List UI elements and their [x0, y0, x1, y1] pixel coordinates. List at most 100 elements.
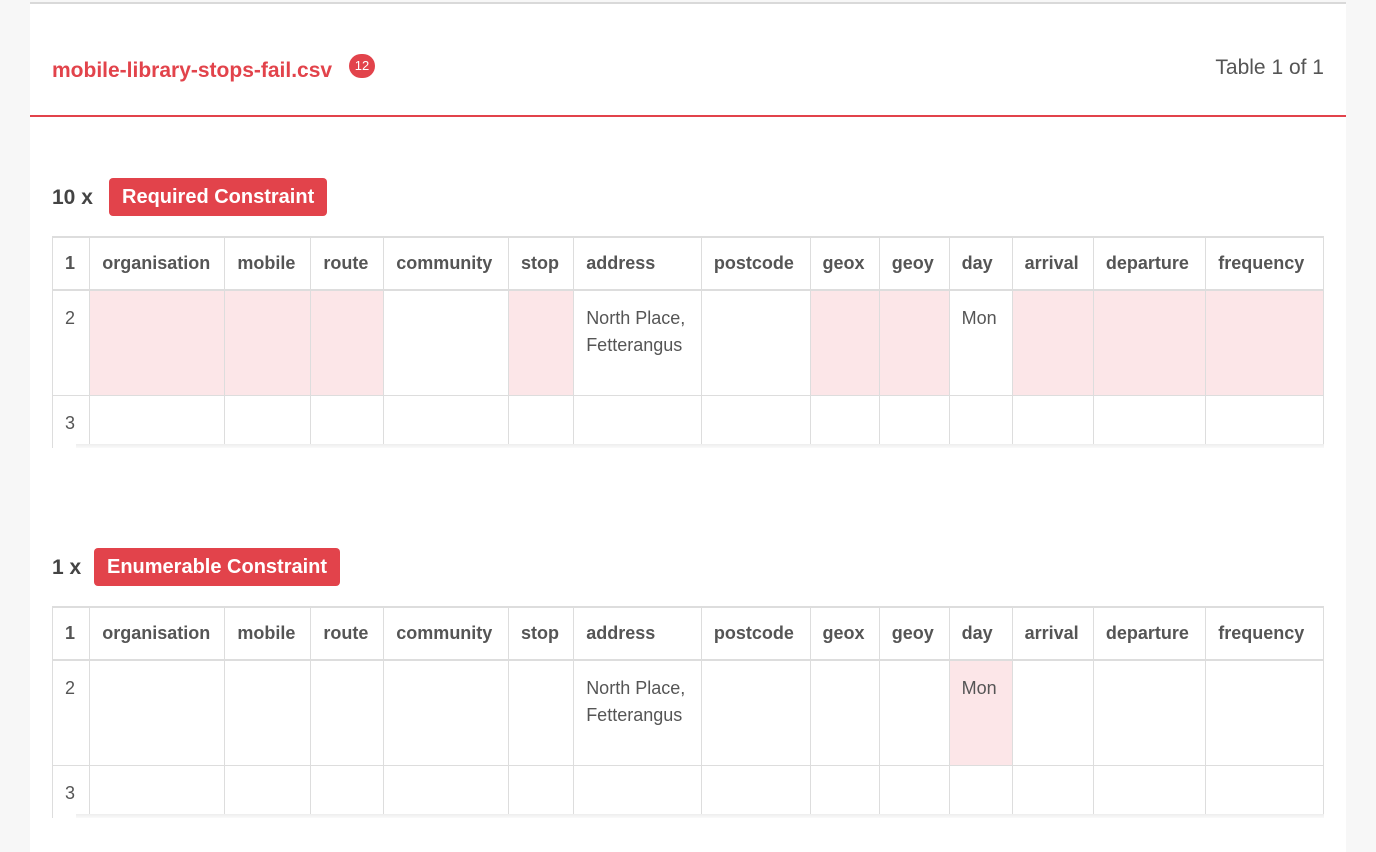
column-header-geox: geox	[809, 606, 880, 661]
report-header: mobile-library-stops-fail.csv 12 Table 1…	[30, 4, 1346, 117]
cell-stop	[507, 765, 575, 818]
column-header-route: route	[310, 606, 385, 661]
column-header-arrival: arrival	[1011, 236, 1094, 291]
file-name-link[interactable]: mobile-library-stops-fail.csv	[52, 59, 332, 83]
cell-arrival	[1011, 659, 1094, 766]
error-table-wrapper[interactable]: 1 organisation mobile route community stop add…	[52, 606, 1324, 818]
row-number: 2	[52, 659, 91, 766]
cell-frequency	[1205, 765, 1324, 818]
column-header-mobile: mobile	[224, 606, 312, 661]
column-header-community: community	[383, 606, 509, 661]
column-header-geox: geox	[809, 236, 880, 291]
error-table: 1 organisation mobile route community stop add…	[52, 606, 1324, 818]
cell-day	[948, 765, 1013, 818]
cell-postcode	[700, 659, 811, 766]
cell-route	[310, 765, 385, 818]
column-header-departure: departure	[1092, 236, 1207, 291]
cell-geoy	[878, 289, 950, 396]
scroll-shadow	[76, 444, 1324, 448]
column-header-mobile: mobile	[224, 236, 312, 291]
column-header-arrival: arrival	[1011, 606, 1094, 661]
cell-departure	[1092, 289, 1207, 396]
error-table: 1 organisation mobile route community stop add…	[52, 236, 1324, 448]
constraint-badge[interactable]: Enumerable Constraint	[94, 548, 341, 586]
cell-route	[310, 659, 385, 766]
cell-geox	[809, 659, 880, 766]
cell-organisation	[89, 289, 226, 396]
cell-organisation	[89, 765, 226, 818]
column-header-stop: stop	[507, 606, 575, 661]
column-header-route: route	[310, 236, 385, 291]
column-header-day: day	[948, 606, 1013, 661]
table-row: 3	[52, 395, 1324, 448]
cell-postcode	[700, 765, 811, 818]
cell-geoy	[878, 395, 950, 448]
cell-arrival	[1011, 765, 1094, 818]
cell-mobile	[224, 659, 312, 766]
cell-address: North Place, Fetterangus	[573, 659, 702, 766]
cell-arrival	[1011, 289, 1094, 396]
table-row: 2 North Place, Fetterangus Mon	[52, 289, 1324, 396]
cell-organisation	[89, 659, 226, 766]
column-header-frequency: frequency	[1205, 606, 1324, 661]
cell-community	[383, 395, 509, 448]
column-header-community: community	[383, 236, 509, 291]
cell-geox	[809, 395, 880, 448]
cell-departure	[1092, 659, 1207, 766]
cell-mobile	[224, 765, 312, 818]
column-header-stop: stop	[507, 236, 575, 291]
column-header-day: day	[948, 236, 1013, 291]
row-number: 3	[52, 395, 91, 448]
column-header-address: address	[573, 236, 702, 291]
column-header-organisation: organisation	[89, 236, 226, 291]
error-multiplier: 10 x	[52, 186, 93, 209]
constraint-badge[interactable]: Required Constraint	[109, 178, 328, 216]
cell-geox	[809, 289, 880, 396]
cell-stop	[507, 659, 575, 766]
column-header-departure: departure	[1092, 606, 1207, 661]
error-multiplier: 1 x	[52, 556, 82, 579]
cell-day	[948, 395, 1013, 448]
cell-geox	[809, 765, 880, 818]
cell-stop	[507, 289, 575, 396]
cell-geoy	[878, 765, 950, 818]
error-table-wrapper[interactable]: 1 organisation mobile route community stop add…	[52, 236, 1324, 448]
cell-frequency	[1205, 395, 1324, 448]
cell-postcode	[700, 395, 811, 448]
cell-organisation	[89, 395, 226, 448]
column-header-frequency: frequency	[1205, 236, 1324, 291]
row-number: 1	[52, 606, 91, 661]
cell-address	[573, 395, 702, 448]
cell-route	[310, 289, 385, 396]
cell-departure	[1092, 765, 1207, 818]
cell-mobile	[224, 395, 312, 448]
table-row: 3	[52, 765, 1324, 818]
cell-stop	[507, 395, 575, 448]
cell-frequency	[1205, 289, 1324, 396]
report-card: mobile-library-stops-fail.csv 12 Table 1…	[30, 2, 1346, 852]
error-count-badge: 12	[349, 54, 375, 78]
cell-departure	[1092, 395, 1207, 448]
cell-community	[383, 659, 509, 766]
cell-route	[310, 395, 385, 448]
cell-frequency	[1205, 659, 1324, 766]
error-section-enumerable: 1 x Enumerable Constraint 1 organisation m…	[52, 548, 1324, 818]
cell-community	[383, 289, 509, 396]
row-number: 2	[52, 289, 91, 396]
cell-postcode	[700, 289, 811, 396]
column-header-geoy: geoy	[878, 236, 950, 291]
cell-mobile	[224, 289, 312, 396]
row-number: 1	[52, 236, 91, 291]
cell-geoy	[878, 659, 950, 766]
table-header-row: 1 organisation mobile route community stop add…	[52, 236, 1324, 291]
table-row: 2 North Place, Fetterangus Mon	[52, 659, 1324, 766]
cell-community	[383, 765, 509, 818]
column-header-postcode: postcode	[700, 236, 811, 291]
cell-address: North Place, Fetterangus	[573, 289, 702, 396]
cell-arrival	[1011, 395, 1094, 448]
column-header-postcode: postcode	[700, 606, 811, 661]
table-header-row: 1 organisation mobile route community stop add…	[52, 606, 1324, 661]
row-number: 3	[52, 765, 91, 818]
cell-day: Mon	[948, 289, 1013, 396]
column-header-organisation: organisation	[89, 606, 226, 661]
